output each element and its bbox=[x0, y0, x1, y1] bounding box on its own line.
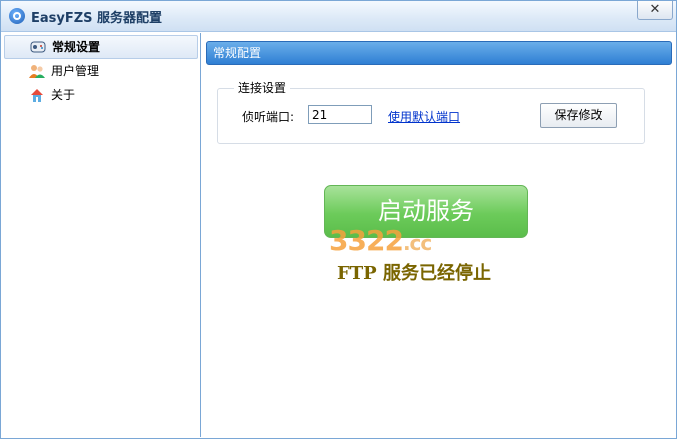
window-title: EasyFZS 服务器配置 bbox=[31, 11, 163, 26]
sidebar-item-label: 用户管理 bbox=[51, 64, 100, 78]
sidebar-item-general-settings[interactable]: 常规设置 bbox=[4, 35, 198, 59]
sidebar-item-label: 关于 bbox=[51, 88, 76, 102]
panel-title: 常规配置 bbox=[213, 46, 262, 60]
users-icon bbox=[29, 65, 45, 78]
watermark-text: 3322 bbox=[329, 224, 404, 257]
use-default-port-link[interactable]: 使用默认端口 bbox=[388, 108, 460, 125]
home-info-icon bbox=[31, 89, 43, 102]
gamepad-settings-icon bbox=[30, 41, 46, 53]
sidebar-item-user-management[interactable]: 用户管理 bbox=[4, 60, 196, 82]
title-bar[interactable]: EasyFZS 服务器配置 ✕ bbox=[1, 1, 676, 32]
port-input[interactable] bbox=[308, 105, 372, 124]
watermark-suffix: .cc bbox=[402, 231, 432, 255]
sidebar-item-about[interactable]: 关于 bbox=[4, 84, 196, 106]
sidebar-item-label: 常规设置 bbox=[52, 40, 101, 54]
panel-header: 常规配置 bbox=[206, 41, 672, 65]
service-status-text: FTP 服务已经停止 bbox=[337, 263, 491, 284]
port-label: 侦听端口: bbox=[242, 110, 295, 124]
save-button[interactable]: 保存修改 bbox=[540, 103, 617, 128]
close-button[interactable]: ✕ bbox=[637, 1, 673, 20]
app-logo-icon bbox=[9, 8, 25, 24]
app-window: EasyFZS 服务器配置 ✕ 常规设置 用户管理 关于 常规配置 连接设置 侦… bbox=[0, 0, 677, 439]
watermark: 3322.cc bbox=[329, 224, 432, 257]
sidebar: 常规设置 用户管理 关于 bbox=[2, 33, 201, 437]
group-title: 连接设置 bbox=[234, 79, 291, 96]
